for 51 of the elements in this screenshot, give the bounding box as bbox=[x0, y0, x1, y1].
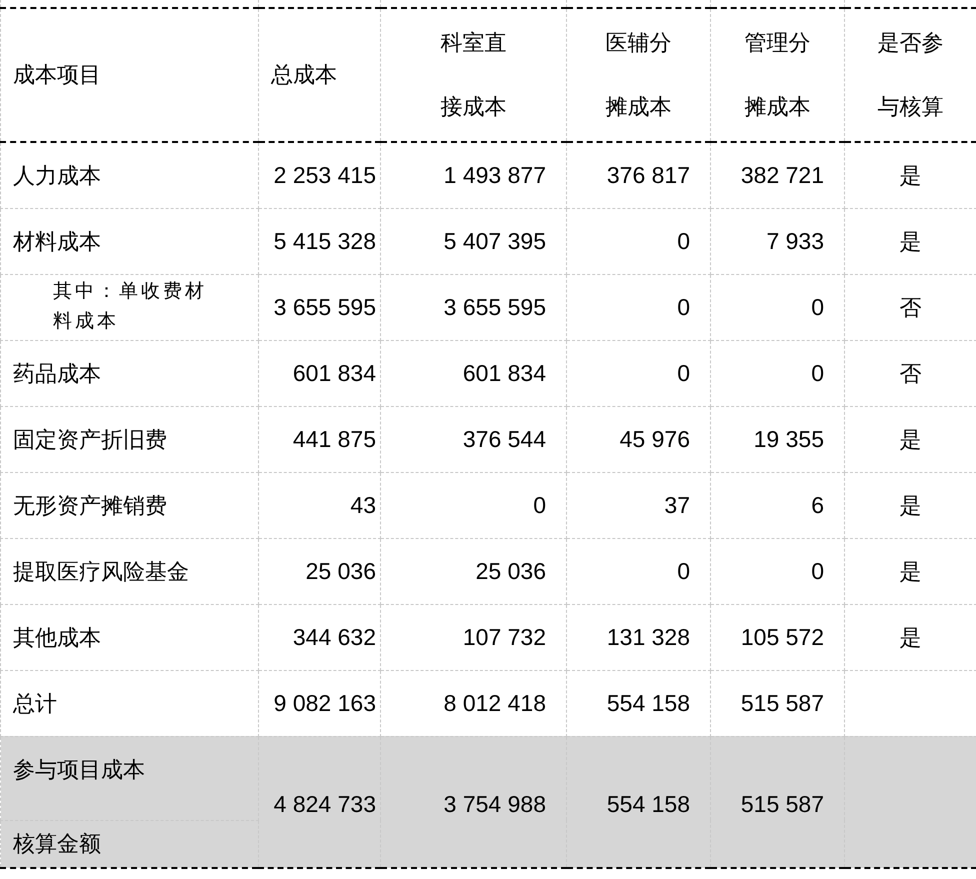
table-cell: 0 bbox=[380, 472, 566, 538]
table-cell: 107 732 bbox=[380, 604, 566, 670]
table-cell: 601 834 bbox=[380, 340, 566, 406]
table-cell: 382 721 bbox=[710, 142, 844, 208]
table-cell: 344 632 bbox=[258, 604, 380, 670]
table-cell: 固定资产折旧费 bbox=[13, 426, 167, 452]
table-cell: 5 415 328 bbox=[258, 208, 380, 274]
table-cell: 37 bbox=[566, 472, 710, 538]
table-cell: 药品成本 bbox=[13, 360, 101, 386]
table-cell: 无形资产摊销费 bbox=[13, 492, 167, 518]
column-header: 管理分摊成本 bbox=[743, 29, 812, 121]
column-header: 是否参与核算 bbox=[876, 29, 944, 121]
table-cell: 3 655 595 bbox=[258, 274, 380, 340]
table-cell: 131 328 bbox=[566, 604, 710, 670]
table-cell: 43 bbox=[258, 472, 380, 538]
table-cell: 515 587 bbox=[710, 736, 844, 868]
table-cell: 19 355 bbox=[710, 406, 844, 472]
table-cell: 0 bbox=[710, 538, 844, 604]
table-cell: 25 036 bbox=[258, 538, 380, 604]
table-cell: 0 bbox=[566, 538, 710, 604]
table-cell: 25 036 bbox=[380, 538, 566, 604]
table-cell: 2 253 415 bbox=[258, 142, 380, 208]
table-cell: 441 875 bbox=[258, 406, 380, 472]
column-header: 成本项目 bbox=[13, 61, 101, 89]
table-cell: 人力成本 bbox=[13, 162, 101, 188]
table-cell: 376 544 bbox=[380, 406, 566, 472]
table-cell: 6 bbox=[710, 472, 844, 538]
table-cell: 7 933 bbox=[710, 208, 844, 274]
column-header: 医辅分摊成本 bbox=[604, 29, 672, 121]
table-cell: 提取医疗风险基金 bbox=[13, 558, 189, 584]
table-cell: 0 bbox=[710, 340, 844, 406]
table-cell: 5 407 395 bbox=[380, 208, 566, 274]
table-cell: 376 817 bbox=[566, 142, 710, 208]
table-cell: 0 bbox=[566, 274, 710, 340]
table-cell: 其他成本 bbox=[13, 624, 101, 650]
table-cell: 0 bbox=[566, 208, 710, 274]
table-cell: 1 493 877 bbox=[380, 142, 566, 208]
table-cell-text: 其中：单收费材料成本 bbox=[53, 280, 208, 334]
table-cell: 105 572 bbox=[710, 604, 844, 670]
column-header: 科室直接成本 bbox=[439, 29, 508, 121]
table-cell: 总计 bbox=[13, 690, 57, 716]
table-cell: 554 158 bbox=[566, 736, 710, 868]
table-cell: 材料成本 bbox=[13, 228, 101, 254]
column-header: 总成本 bbox=[271, 61, 337, 89]
table-cell: 3 655 595 bbox=[380, 274, 566, 340]
table-cell: 0 bbox=[566, 340, 710, 406]
table-cell: 601 834 bbox=[258, 340, 380, 406]
table-cell: 45 976 bbox=[566, 406, 710, 472]
table-cell: 0 bbox=[710, 274, 844, 340]
table-cell: 核算金额 bbox=[0, 820, 258, 868]
table-cell: 3 754 988 bbox=[380, 736, 566, 868]
